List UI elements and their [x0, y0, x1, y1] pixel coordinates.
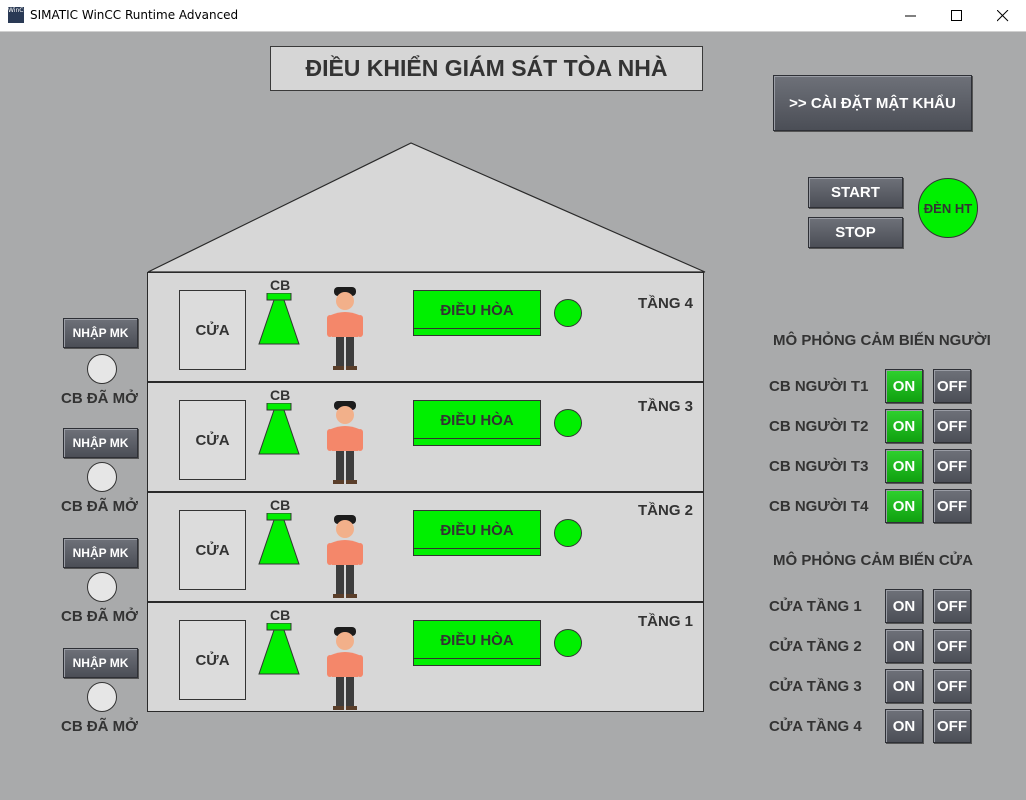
- minimize-icon: [905, 15, 916, 17]
- maximize-button[interactable]: [934, 0, 980, 31]
- floor-3: CỬA CB ĐIỀU HÒA TẦNG 3: [147, 382, 704, 492]
- air-conditioner-floor-1[interactable]: ĐIỀU HÒA: [413, 620, 541, 666]
- divider: [414, 658, 540, 659]
- ac-status-lamp: [554, 409, 582, 437]
- door-floor-4: CỬA: [179, 290, 246, 370]
- door-sensor-label-floor-4: CỬA TẦNG 4: [769, 718, 862, 735]
- air-conditioner-floor-3[interactable]: ĐIỀU HÒA: [413, 400, 541, 446]
- window-titlebar: WinCC SIMATIC WinCC Runtime Advanced: [0, 0, 1026, 32]
- cb-status-lamp-floor-1: [87, 682, 117, 712]
- door-sensor-floor-4-on-button[interactable]: ON: [885, 709, 923, 743]
- door-sensor-label-floor-2: CỬA TẦNG 2: [769, 638, 862, 655]
- cb-status-label-floor-2: CB ĐÃ MỞ: [61, 608, 138, 625]
- ac-status-lamp: [554, 519, 582, 547]
- door-sensor-title: MÔ PHỎNG CẢM BIẾN CỬA: [773, 552, 973, 569]
- person-sensor-label-t3: CB NGƯỜI T3: [769, 458, 869, 475]
- page-title: ĐIỀU KHIỂN GIÁM SÁT TÒA NHÀ: [270, 46, 703, 91]
- person-icon: [327, 287, 363, 370]
- ac-label: ĐIỀU HÒA: [440, 631, 514, 649]
- person-sensor-t2-on-button[interactable]: ON: [885, 409, 923, 443]
- divider: [414, 438, 540, 439]
- ac-status-lamp: [554, 299, 582, 327]
- person-sensor-title: MÔ PHỎNG CẢM BIẾN NGƯỜI: [773, 332, 991, 349]
- maximize-icon: [951, 10, 962, 21]
- cb-status-lamp-floor-3: [87, 462, 117, 492]
- set-password-button[interactable]: >> CÀI ĐẶT MẬT KHẨU: [773, 75, 972, 131]
- person-sensor-t2-off-button[interactable]: OFF: [933, 409, 971, 443]
- enter-password-button-floor-4[interactable]: NHẬP MK: [63, 318, 138, 348]
- window-title: SIMATIC WinCC Runtime Advanced: [30, 8, 239, 22]
- floor-2: CỬA CB ĐIỀU HÒA TẦNG 2: [147, 492, 704, 602]
- door-sensor-floor-1-off-button[interactable]: OFF: [933, 589, 971, 623]
- cb-status-label-floor-3: CB ĐÃ MỞ: [61, 498, 138, 515]
- minimize-button[interactable]: [888, 0, 934, 31]
- person-sensor-t1-off-button[interactable]: OFF: [933, 369, 971, 403]
- person-sensor-t1-on-button[interactable]: ON: [885, 369, 923, 403]
- door-sensor-label-floor-1: CỬA TẦNG 1: [769, 598, 862, 615]
- enter-password-button-floor-3[interactable]: NHẬP MK: [63, 428, 138, 458]
- floor-label: TẦNG 3: [638, 398, 694, 415]
- ac-label: ĐIỀU HÒA: [440, 301, 514, 319]
- floor-label: TẦNG 2: [638, 502, 694, 519]
- person-sensor-label-t2: CB NGƯỜI T2: [769, 418, 869, 435]
- door-sensor-floor-1-on-button[interactable]: ON: [885, 589, 923, 623]
- sensor-icon: [258, 513, 300, 565]
- sensor-icon: [258, 293, 300, 345]
- enter-password-button-floor-1[interactable]: NHẬP MK: [63, 648, 138, 678]
- cb-label: CB: [270, 387, 291, 403]
- door-sensor-floor-2-off-button[interactable]: OFF: [933, 629, 971, 663]
- wincc-app-icon: WinCC: [8, 7, 28, 23]
- person-icon: [327, 401, 363, 484]
- sensor-icon: [258, 403, 300, 455]
- sensor-icon: [258, 623, 300, 675]
- cb-status-label-floor-1: CB ĐÃ MỞ: [61, 718, 138, 735]
- air-conditioner-floor-2[interactable]: ĐIỀU HÒA: [413, 510, 541, 556]
- ac-status-lamp: [554, 629, 582, 657]
- person-icon: [327, 627, 363, 710]
- person-icon: [327, 515, 363, 598]
- floor-label: TẦNG 1: [638, 613, 694, 630]
- ac-label: ĐIỀU HÒA: [440, 521, 514, 539]
- cb-status-label-floor-4: CB ĐÃ MỞ: [61, 390, 138, 407]
- person-sensor-t3-on-button[interactable]: ON: [885, 449, 923, 483]
- air-conditioner-floor-4[interactable]: ĐIỀU HÒA: [413, 290, 541, 336]
- door-sensor-floor-3-off-button[interactable]: OFF: [933, 669, 971, 703]
- stop-button[interactable]: STOP: [808, 217, 903, 248]
- divider: [414, 548, 540, 549]
- cb-label: CB: [270, 607, 291, 623]
- close-icon: [997, 10, 1009, 22]
- door-sensor-label-floor-3: CỬA TẦNG 3: [769, 678, 862, 695]
- cb-status-lamp-floor-4: [87, 354, 117, 384]
- door-sensor-floor-4-off-button[interactable]: OFF: [933, 709, 971, 743]
- cb-label: CB: [270, 277, 291, 293]
- start-button[interactable]: START: [808, 177, 903, 208]
- system-lamp: ĐÈN HT: [918, 178, 978, 238]
- person-sensor-label-t1: CB NGƯỜI T1: [769, 378, 869, 395]
- door-sensor-floor-2-on-button[interactable]: ON: [885, 629, 923, 663]
- floor-label: TẦNG 4: [638, 295, 694, 312]
- person-sensor-label-t4: CB NGƯỜI T4: [769, 498, 869, 515]
- building-roof: [147, 142, 706, 273]
- close-button[interactable]: [980, 0, 1026, 31]
- door-floor-2: CỬA: [179, 510, 246, 590]
- divider: [414, 328, 540, 329]
- person-sensor-t4-on-button[interactable]: ON: [885, 489, 923, 523]
- door-floor-1: CỬA: [179, 620, 246, 700]
- cb-status-lamp-floor-2: [87, 572, 117, 602]
- door-floor-3: CỬA: [179, 400, 246, 480]
- floor-1: CỬA CB ĐIỀU HÒA TẦNG 1: [147, 602, 704, 712]
- person-sensor-t3-off-button[interactable]: OFF: [933, 449, 971, 483]
- cb-label: CB: [270, 497, 291, 513]
- person-sensor-t4-off-button[interactable]: OFF: [933, 489, 971, 523]
- door-sensor-floor-3-on-button[interactable]: ON: [885, 669, 923, 703]
- ac-label: ĐIỀU HÒA: [440, 411, 514, 429]
- enter-password-button-floor-2[interactable]: NHẬP MK: [63, 538, 138, 568]
- floor-4: CỬA CB ĐIỀU HÒA TẦNG 4: [147, 272, 704, 382]
